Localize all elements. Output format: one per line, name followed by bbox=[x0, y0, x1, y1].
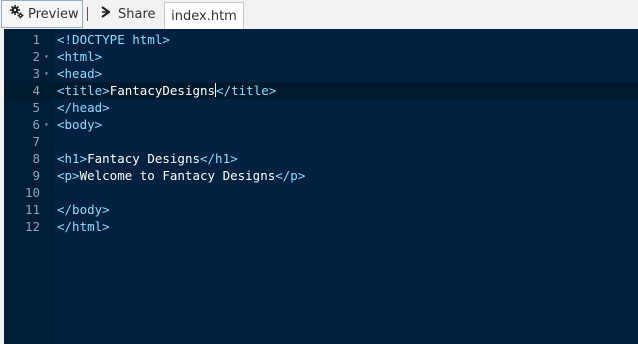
html-tag-token: <!DOCTYPE html> bbox=[57, 32, 170, 47]
html-tag-token: <h1> bbox=[57, 151, 88, 166]
code-line[interactable]: 11 </body> bbox=[4, 201, 638, 218]
code-line[interactable]: 5 </head> bbox=[4, 99, 638, 116]
html-tag-token: <head> bbox=[57, 66, 103, 81]
line-number: 10 bbox=[24, 185, 40, 200]
code-line[interactable]: 8 <h1>Fantacy Designs</h1> bbox=[4, 150, 638, 167]
code-line[interactable]: 12 </html> bbox=[4, 218, 638, 235]
fold-arrow-icon[interactable]: ▾ bbox=[44, 48, 52, 65]
fold-arrow-icon[interactable]: ▾ bbox=[44, 65, 52, 82]
html-tag-token: </head> bbox=[57, 100, 110, 115]
code-text: <h1>Fantacy Designs</h1> bbox=[57, 150, 238, 167]
line-number: 5 bbox=[32, 100, 40, 115]
code-text: <p>Welcome to Fantacy Designs</p> bbox=[57, 167, 305, 184]
code-text: <head> bbox=[57, 65, 102, 82]
code-line[interactable]: 1 <!DOCTYPE html> bbox=[4, 31, 638, 48]
code-text: <body> bbox=[57, 116, 102, 133]
toolbar-separator bbox=[87, 7, 88, 21]
code-line[interactable]: 2 ▾ <html> bbox=[4, 48, 638, 65]
code-text: <!DOCTYPE html> bbox=[57, 31, 170, 48]
gear-icon bbox=[10, 5, 24, 23]
code-line[interactable]: 7 bbox=[4, 133, 638, 150]
code-line[interactable]: 6 ▾ <body> bbox=[4, 116, 638, 133]
html-tag-token: <title> bbox=[57, 83, 110, 98]
line-number: 4 bbox=[32, 83, 40, 98]
code-line[interactable]: 9 <p>Welcome to Fantacy Designs</p> bbox=[4, 167, 638, 184]
share-button[interactable]: Share bbox=[99, 0, 159, 28]
html-tag-token: </h1> bbox=[200, 151, 238, 166]
text-token: FantacyDesigns bbox=[109, 83, 216, 98]
preview-label: Preview bbox=[28, 6, 79, 22]
fold-arrow-icon[interactable]: ▾ bbox=[44, 116, 52, 133]
code-text: <title>FantacyDesigns</title> bbox=[57, 82, 276, 99]
tab-index-htm[interactable]: index.htm bbox=[164, 2, 244, 29]
html-tag-token: <body> bbox=[57, 117, 103, 132]
line-number: 2 bbox=[32, 49, 40, 64]
html-tag-token: </html> bbox=[57, 219, 110, 234]
line-number: 3 bbox=[32, 66, 40, 81]
html-tag-token: </p> bbox=[275, 168, 306, 183]
line-number: 7 bbox=[32, 134, 40, 149]
line-number: 9 bbox=[32, 168, 40, 183]
code-text: </html> bbox=[57, 218, 110, 235]
tab-label: index.htm bbox=[171, 8, 237, 24]
html-tag-token: <p> bbox=[57, 168, 80, 183]
html-tag-token: </body> bbox=[57, 202, 110, 217]
line-number: 8 bbox=[32, 151, 40, 166]
preview-button[interactable]: Preview bbox=[1, 0, 83, 28]
line-number: 11 bbox=[24, 202, 40, 217]
toolbar: Preview Share index.htm bbox=[0, 0, 638, 29]
text-token: Fantacy Designs bbox=[87, 151, 200, 166]
code-editor[interactable]: 1 <!DOCTYPE html> 2 ▾ <html> 3 ▾ <head> 4 <title>… bbox=[4, 29, 638, 344]
text-token: Welcome to Fantacy Designs bbox=[79, 168, 276, 183]
code-text: <html> bbox=[57, 48, 102, 65]
code-text: </body> bbox=[57, 201, 110, 218]
code-text: </head> bbox=[57, 99, 110, 116]
code-line[interactable]: 3 ▾ <head> bbox=[4, 65, 638, 82]
line-number: 12 bbox=[24, 219, 40, 234]
line-number: 6 bbox=[32, 117, 40, 132]
html-tag-token: <html> bbox=[57, 49, 103, 64]
share-icon bbox=[99, 5, 113, 23]
html-tag-token: </title> bbox=[216, 83, 277, 98]
line-number: 1 bbox=[32, 32, 40, 47]
share-label: Share bbox=[118, 6, 156, 22]
code-line[interactable]: 10 bbox=[4, 184, 638, 201]
code-line[interactable]: 4 <title>FantacyDesigns</title> bbox=[4, 82, 638, 99]
